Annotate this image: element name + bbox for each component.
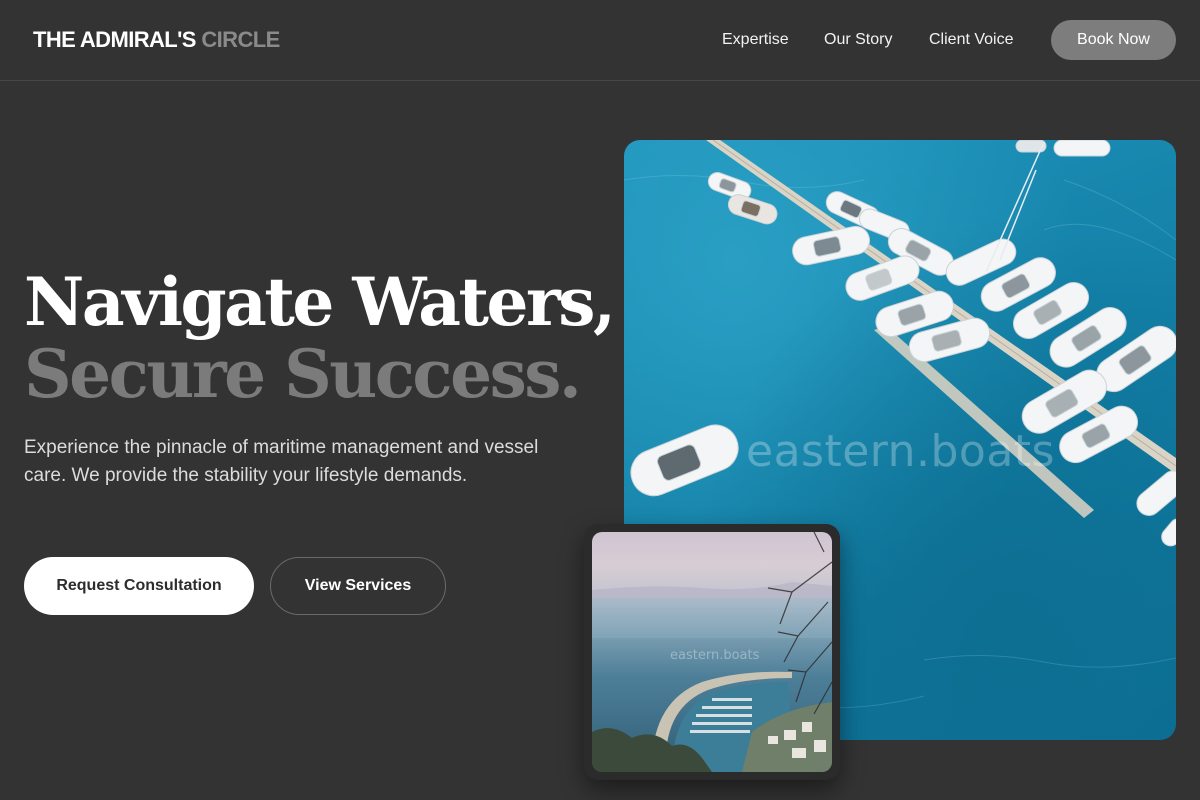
nav-link-our-story[interactable]: Our Story <box>824 30 892 50</box>
brand-name-primary: THE ADMIRAL'S <box>33 27 196 52</box>
hero-headline-line-2: Secure Success. <box>24 335 582 413</box>
brand-name-secondary: CIRCLE <box>201 27 280 52</box>
hero-headline-line-1: Navigate Waters, <box>24 263 616 341</box>
brand-logo[interactable]: THE ADMIRAL'S CIRCLE <box>33 27 280 53</box>
request-consultation-button[interactable]: Request Consultation <box>24 557 254 615</box>
view-services-button[interactable]: View Services <box>270 557 446 615</box>
nav-link-expertise[interactable]: Expertise <box>722 30 789 50</box>
hero-headline: Navigate Waters, Secure Success. <box>24 263 616 413</box>
book-now-button[interactable]: Book Now <box>1051 20 1176 60</box>
nav-link-client-voice[interactable]: Client Voice <box>929 30 1014 50</box>
coastal-photo-watermark: eastern.boats <box>670 648 760 663</box>
main-photo-watermark: eastern.boats <box>746 426 1055 477</box>
coastal-harbor-photo: eastern.boats <box>592 532 832 772</box>
site-header: THE ADMIRAL'S CIRCLE Expertise Our Story… <box>0 0 1200 81</box>
hero-description: Experience the pinnacle of maritime mana… <box>24 437 539 486</box>
